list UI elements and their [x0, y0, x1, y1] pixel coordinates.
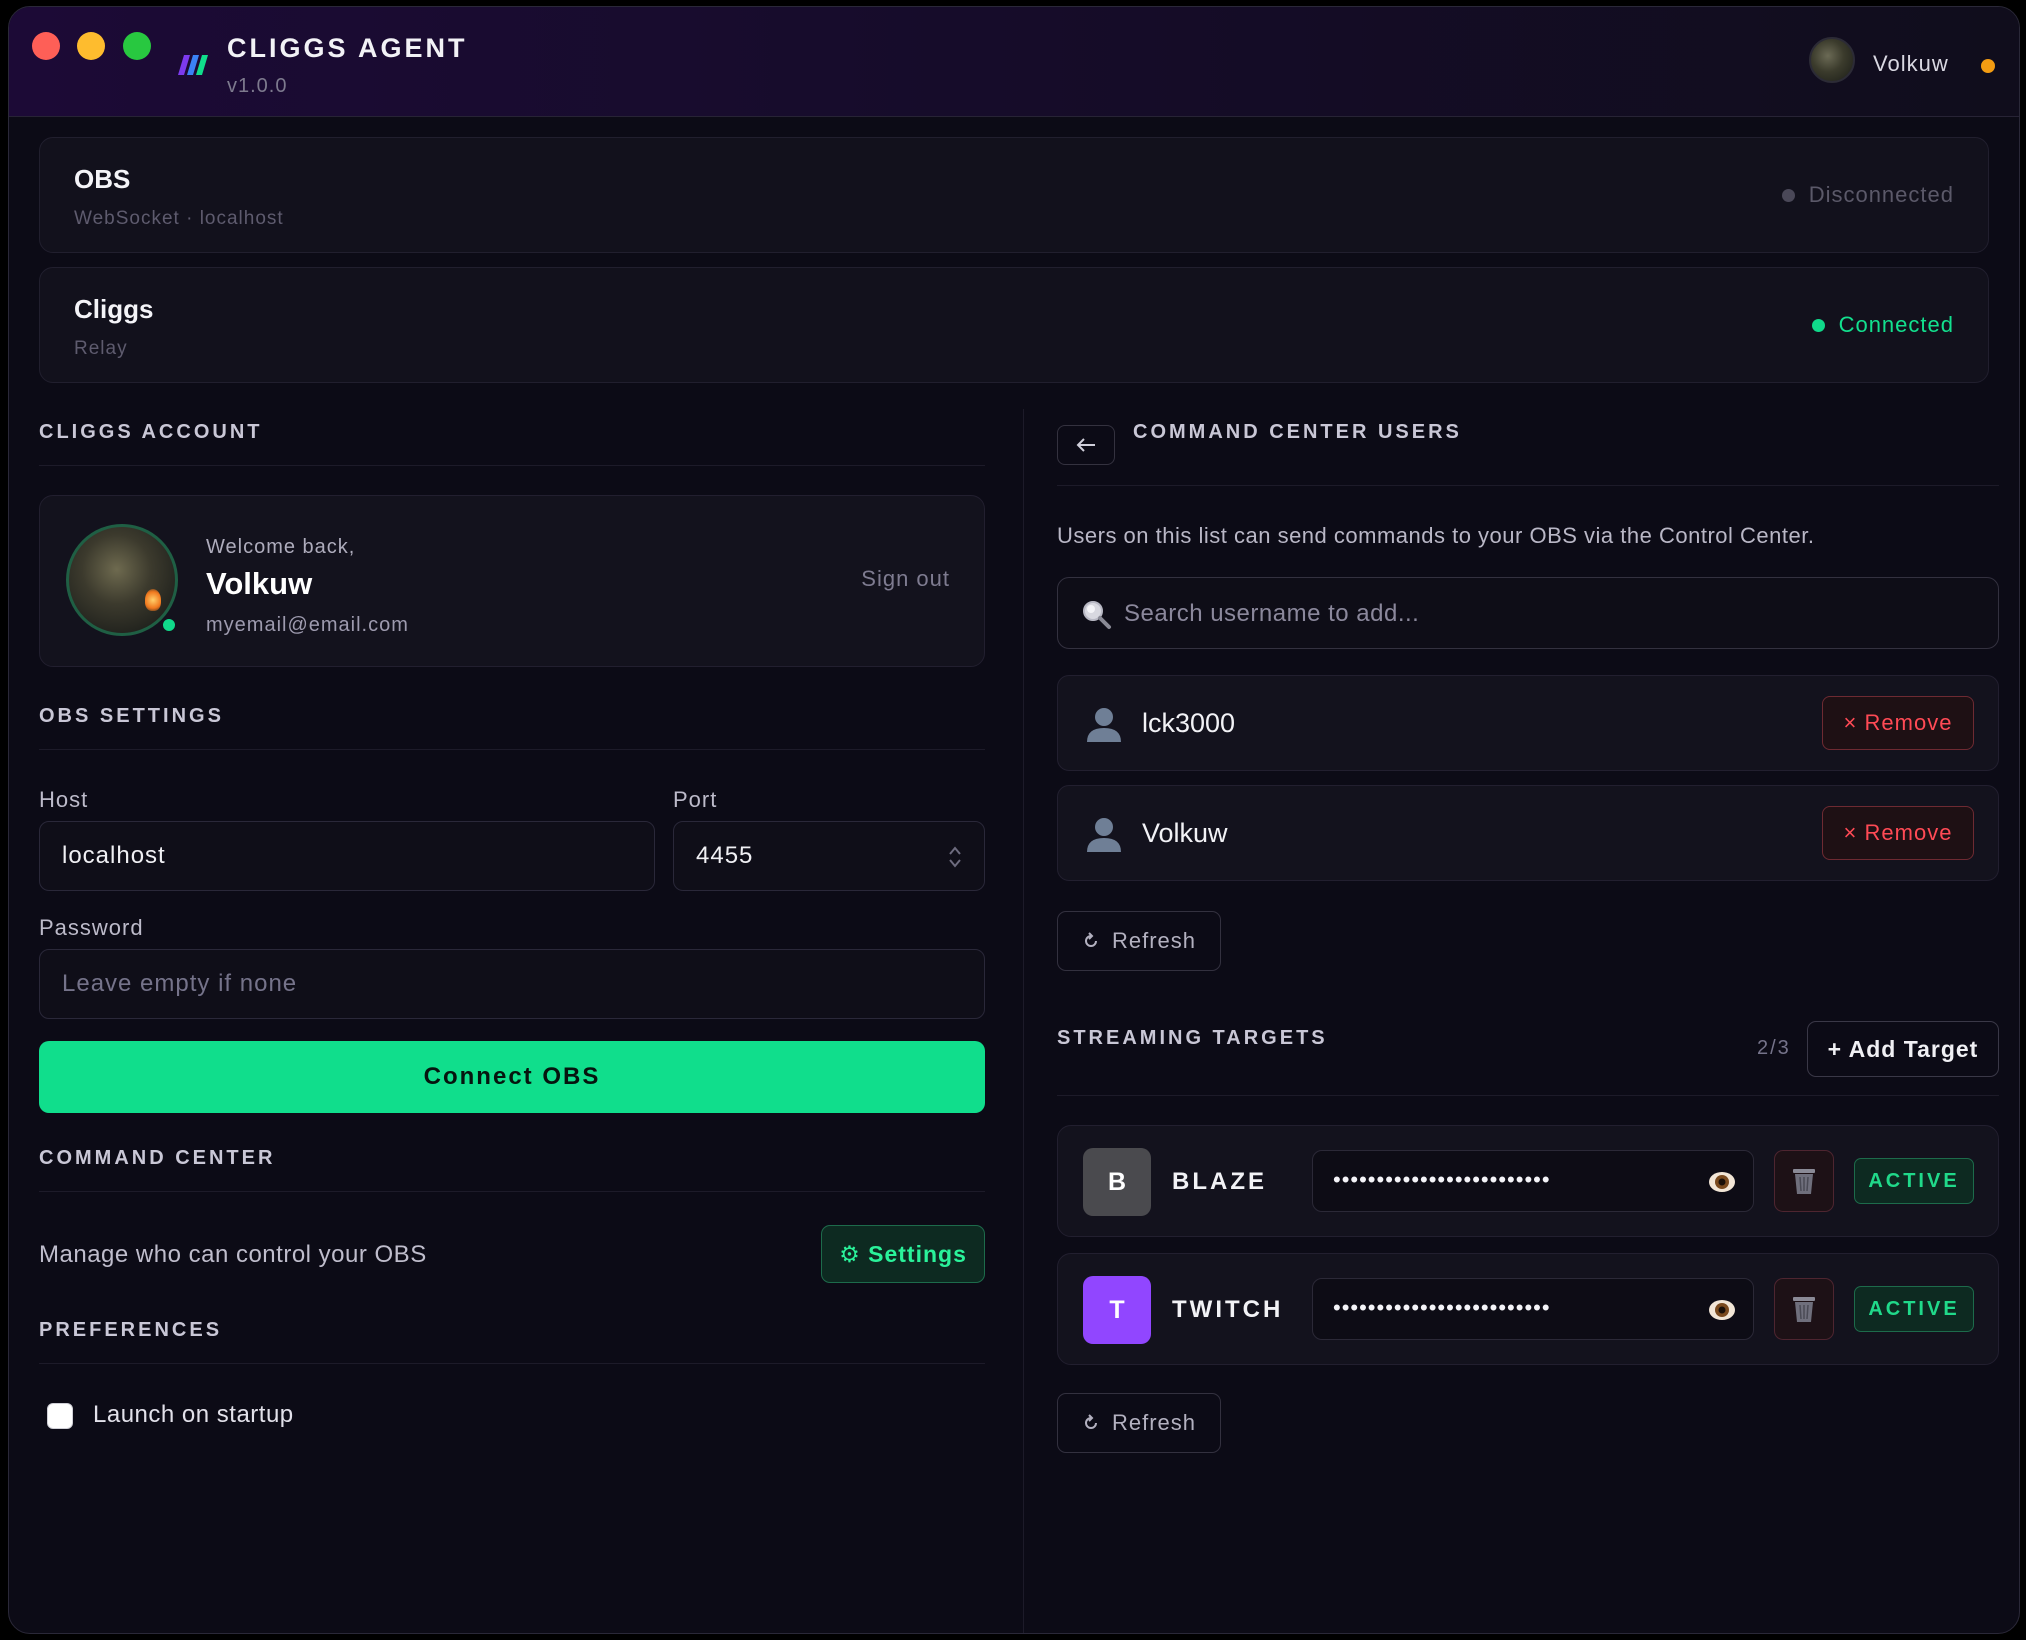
header-username[interactable]: Volkuw	[1873, 51, 1949, 77]
trash-icon	[1793, 1169, 1815, 1194]
cc-users-description: Users on this list can send commands to …	[1057, 523, 1815, 548]
stream-key-field[interactable]: •••••••••••••••••••••••••	[1312, 1278, 1754, 1340]
divider	[1057, 1095, 1999, 1096]
minimize-window-button[interactable]	[77, 32, 105, 60]
refresh-label: Refresh	[1111, 928, 1197, 953]
password-input[interactable]: Leave empty if none	[39, 949, 985, 1019]
stream-key-mask: •••••••••••••••••••••••••	[1333, 1167, 1551, 1192]
delete-target-button[interactable]	[1774, 1150, 1834, 1212]
close-window-button[interactable]	[32, 32, 60, 60]
connect-obs-button[interactable]: Connect OBS	[39, 1041, 985, 1113]
user-avatar[interactable]	[1809, 37, 1855, 83]
add-target-button[interactable]: + Add Target	[1807, 1021, 1999, 1077]
column-divider	[1023, 409, 1024, 1633]
status-dot	[1781, 188, 1795, 202]
target-status-badge: ACTIVE	[1854, 1158, 1974, 1204]
status-state: Connected	[1811, 312, 1954, 338]
refresh-users-button[interactable]: Refresh	[1057, 911, 1221, 971]
divider	[39, 1191, 985, 1192]
user-search-input[interactable]: Search username to add...	[1057, 577, 1999, 649]
cc-user-row: lck3000 × Remove	[1057, 675, 1999, 771]
cliggs-status-card: Cliggs Relay Connected	[39, 267, 1989, 383]
eye-icon[interactable]	[1707, 1295, 1737, 1325]
streaming-target-row: T TWITCH ••••••••••••••••••••••••• ACTIV…	[1057, 1253, 1999, 1365]
divider	[39, 465, 985, 466]
maximize-window-button[interactable]	[123, 32, 151, 60]
refresh-label: Refresh	[1111, 1410, 1197, 1435]
refresh-icon	[1085, 932, 1097, 947]
app-logo-icon	[178, 55, 208, 75]
host-label: Host	[39, 787, 89, 812]
launch-on-startup-checkbox[interactable]	[47, 1403, 73, 1429]
app-version: v1.0.0	[227, 75, 288, 97]
divider	[39, 749, 985, 750]
command-center-settings-button[interactable]: ⚙ Settings	[821, 1225, 985, 1283]
account-card: Welcome back, Volkuw myemail@email.com S…	[39, 495, 985, 667]
delete-target-button[interactable]	[1774, 1278, 1834, 1340]
host-input[interactable]: localhost	[39, 821, 655, 891]
target-name: BLAZE	[1172, 1168, 1267, 1195]
stepper-arrows-icon[interactable]	[948, 844, 962, 870]
port-label: Port	[673, 787, 718, 812]
stream-key-field[interactable]: •••••••••••••••••••••••••	[1312, 1150, 1754, 1212]
target-badge: T	[1083, 1276, 1151, 1344]
user-status-dot	[1981, 59, 1995, 73]
status-name: OBS	[74, 164, 131, 194]
obs-status-card: OBS WebSocket · localhost Disconnected	[39, 137, 1989, 253]
targets-count: 2/3	[1757, 1037, 1791, 1059]
status-state: Disconnected	[1781, 182, 1954, 208]
remove-user-button[interactable]: × Remove	[1822, 696, 1974, 750]
cc-username: lck3000	[1142, 708, 1236, 738]
cc-users-section-title: COMMAND CENTER USERS	[1133, 421, 1462, 443]
password-label: Password	[39, 915, 144, 940]
target-badge: B	[1083, 1148, 1151, 1216]
stream-key-mask: •••••••••••••••••••••••••	[1333, 1295, 1551, 1320]
port-value: 4455	[696, 842, 754, 869]
arrow-left-icon	[1076, 438, 1095, 452]
trash-icon	[1793, 1297, 1815, 1322]
app-title: CLIGGS AGENT	[227, 33, 468, 63]
account-name: Volkuw	[206, 566, 313, 601]
target-name: TWITCH	[1172, 1296, 1284, 1323]
remove-user-button[interactable]: × Remove	[1822, 806, 1974, 860]
app-window: CLIGGS AGENT v1.0.0 Volkuw OBS WebSocket…	[8, 6, 2020, 1634]
online-status-dot	[160, 616, 178, 634]
divider	[39, 1363, 985, 1364]
search-placeholder: Search username to add...	[1124, 600, 1420, 627]
status-dot	[1811, 318, 1825, 332]
obs-settings-section-title: OBS SETTINGS	[39, 705, 224, 727]
account-email: myemail@email.com	[206, 614, 409, 636]
user-icon	[1087, 708, 1121, 742]
sign-out-link[interactable]: Sign out	[861, 566, 950, 592]
target-status-badge: ACTIVE	[1854, 1286, 1974, 1332]
status-subtitle: Relay	[74, 338, 128, 359]
cc-user-row: Volkuw × Remove	[1057, 785, 1999, 881]
divider	[1057, 485, 1999, 486]
refresh-targets-button[interactable]: Refresh	[1057, 1393, 1221, 1453]
command-center-description: Manage who can control your OBS	[39, 1241, 427, 1268]
refresh-icon	[1085, 1414, 1097, 1429]
search-icon	[1083, 601, 1111, 629]
port-input[interactable]: 4455	[673, 821, 985, 891]
command-center-section-title: COMMAND CENTER	[39, 1147, 276, 1169]
preferences-section-title: PREFERENCES	[39, 1319, 223, 1341]
account-section-title: CLIGGS ACCOUNT	[39, 421, 263, 443]
status-text: Connected	[1838, 312, 1954, 337]
back-button[interactable]	[1057, 425, 1115, 465]
welcome-text: Welcome back,	[206, 536, 356, 558]
cc-username: Volkuw	[1142, 818, 1228, 848]
status-text: Disconnected	[1808, 182, 1954, 207]
title-bar: CLIGGS AGENT v1.0.0 Volkuw	[9, 7, 2019, 117]
launch-on-startup-label[interactable]: Launch on startup	[93, 1401, 294, 1429]
status-name: Cliggs	[74, 294, 154, 324]
status-subtitle: WebSocket · localhost	[74, 208, 284, 229]
eye-icon[interactable]	[1707, 1167, 1737, 1197]
streaming-target-row: B BLAZE ••••••••••••••••••••••••• ACTIVE	[1057, 1125, 1999, 1237]
streaming-targets-section-title: STREAMING TARGETS	[1057, 1027, 1328, 1049]
user-icon	[1087, 818, 1121, 852]
